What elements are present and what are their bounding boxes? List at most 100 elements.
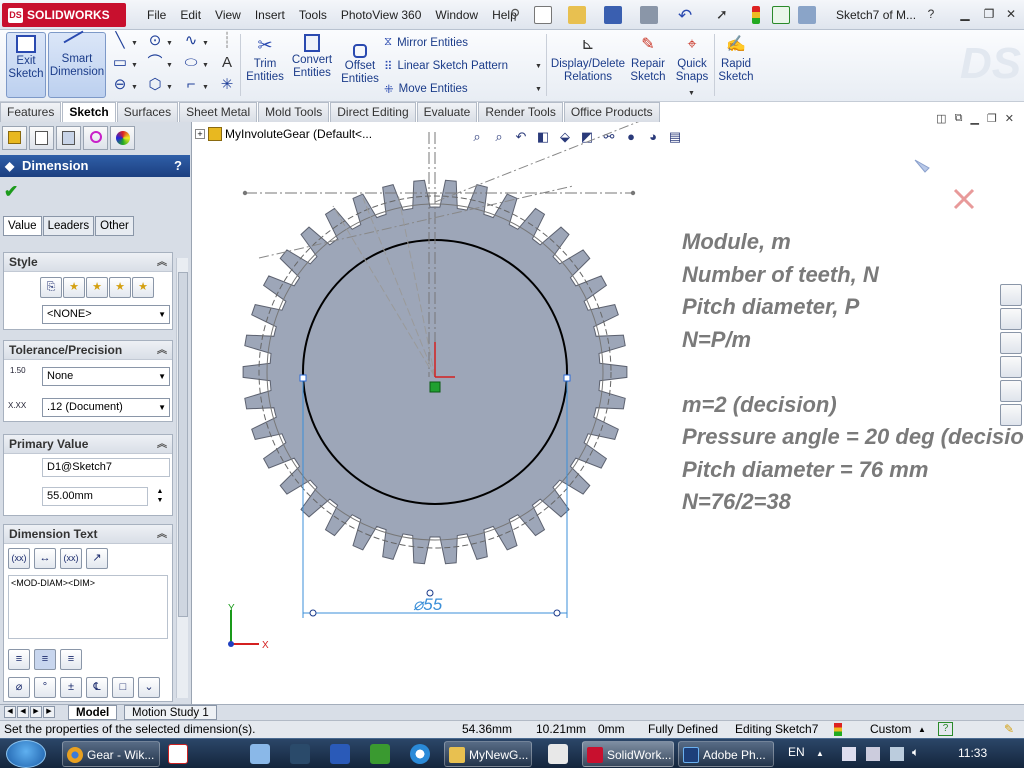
spline-icon[interactable]: ∿: [182, 32, 200, 50]
move-entities-button[interactable]: ⁜ Move Entities: [384, 82, 468, 96]
flag-icon[interactable]: [866, 747, 880, 761]
home-icon[interactable]: [1000, 284, 1022, 306]
origin-point[interactable]: [429, 381, 441, 393]
word-icon[interactable]: [330, 744, 350, 764]
dimension-value-field[interactable]: 55.00mm: [42, 487, 148, 506]
media-player-icon[interactable]: [548, 744, 568, 764]
help-icon[interactable]: ?: [922, 6, 940, 22]
apply-default-style-icon[interactable]: ⎘: [40, 277, 62, 298]
center-dimension-icon[interactable]: ↔: [34, 548, 56, 569]
align-left-icon[interactable]: ≡: [8, 649, 30, 670]
menu-insert[interactable]: Insert: [248, 8, 292, 22]
delete-style-star-icon[interactable]: ★: [86, 277, 108, 298]
precision-select[interactable]: .12 (Document) ▼: [42, 398, 170, 417]
point-icon[interactable]: ✳: [218, 76, 236, 94]
design-library-icon[interactable]: [1000, 308, 1022, 330]
action-center-icon[interactable]: [842, 747, 856, 761]
undo-icon[interactable]: ↶: [678, 6, 696, 25]
repair-sketch-button[interactable]: ✎ Repair Sketch: [628, 32, 668, 98]
diameter-symbol-icon[interactable]: ⌀: [8, 677, 30, 698]
subtab-value[interactable]: Value: [3, 216, 42, 236]
primary-value-header[interactable]: Primary Value ︽: [4, 435, 172, 454]
quick-tips-icon[interactable]: ✎: [1004, 721, 1014, 738]
display-delete-relations-button[interactable]: ⊾ Display/Delete Relations: [550, 32, 626, 98]
graphics-area[interactable]: + MyInvoluteGear (Default<... ⌕ ⌕ ↶ ◧ ⬙ …: [193, 112, 1024, 704]
language-indicator[interactable]: EN: [788, 745, 805, 759]
value-spinner[interactable]: ▲ ▼: [152, 487, 168, 506]
convert-entities-button[interactable]: Convert Entities: [288, 32, 336, 98]
display-manager-icon[interactable]: [110, 126, 135, 150]
circle-icon[interactable]: ⊙: [146, 32, 164, 50]
tab-direct-editing[interactable]: Direct Editing: [330, 102, 416, 122]
style-select[interactable]: <NONE> ▼: [42, 305, 170, 324]
more-symbols-icon[interactable]: ⌄: [138, 677, 160, 698]
dimension-handle[interactable]: [553, 609, 561, 617]
status-help-button[interactable]: ?: [938, 722, 953, 736]
tab-surfaces[interactable]: Surfaces: [116, 102, 179, 122]
first-tab-icon[interactable]: ◀: [4, 706, 16, 718]
tolerance-group-header[interactable]: Tolerance/Precision ︽: [4, 341, 172, 360]
help-button[interactable]: ?: [174, 155, 182, 177]
property-manager-icon[interactable]: [29, 126, 54, 150]
construction-endpoint[interactable]: [242, 190, 248, 196]
ok-check-button[interactable]: ✔: [4, 182, 18, 202]
minimize-button[interactable]: ▁: [956, 6, 974, 22]
configuration-manager-icon[interactable]: [56, 126, 81, 150]
rebuild-traffic-light-icon[interactable]: [752, 6, 760, 24]
taskbar-chrome-gear[interactable]: Gear - Wik...: [62, 741, 160, 767]
network-icon[interactable]: [890, 747, 904, 761]
tab-sketch[interactable]: Sketch: [62, 102, 116, 122]
property-manager-scrollbar[interactable]: [176, 258, 188, 698]
trim-entities-button[interactable]: ✂ Trim Entities: [244, 32, 286, 98]
close-button[interactable]: ✕: [1002, 6, 1020, 22]
tab-features[interactable]: Features: [0, 102, 62, 122]
exit-sketch-button[interactable]: Exit Sketch: [6, 32, 46, 98]
dimension-handle[interactable]: [309, 609, 317, 617]
linear-sketch-pattern-button[interactable]: ⠿ Linear Sketch Pattern: [384, 59, 508, 73]
file-explorer-icon[interactable]: [1000, 332, 1022, 354]
polygon-icon[interactable]: ⬡: [146, 76, 164, 94]
dimension-name-field[interactable]: D1@Sketch7: [42, 458, 170, 477]
dimension-text-field[interactable]: <MOD-DIAM><DIM>: [8, 575, 168, 639]
start-button[interactable]: [6, 740, 46, 768]
tab-motion-study-1[interactable]: Motion Study 1: [124, 705, 217, 720]
rapid-sketch-button[interactable]: ✍ Rapid Sketch: [716, 32, 756, 98]
menu-view[interactable]: View: [208, 8, 248, 22]
circle-endpoint-handle[interactable]: [299, 374, 307, 382]
slot-icon[interactable]: ⊖: [111, 76, 129, 94]
view-palette-icon[interactable]: [1000, 356, 1022, 378]
offset-text-icon[interactable]: ↗: [86, 548, 108, 569]
dimxpert-manager-icon[interactable]: [83, 126, 108, 150]
load-style-star-icon[interactable]: ★: [132, 277, 154, 298]
internet-explorer-icon[interactable]: [410, 744, 430, 764]
restore-button[interactable]: ❐: [980, 6, 998, 22]
pin-icon[interactable]: ⚲: [510, 6, 528, 24]
settings-icon[interactable]: [250, 744, 270, 764]
scrollbar-thumb[interactable]: [178, 272, 188, 617]
tab-office-products[interactable]: Office Products: [563, 102, 660, 122]
align-right-icon[interactable]: ≡: [60, 649, 82, 670]
rectangle-icon[interactable]: ▭: [111, 54, 129, 72]
new-document-icon[interactable]: [534, 6, 552, 24]
circle-endpoint-handle[interactable]: [563, 374, 571, 382]
prev-tab-icon[interactable]: ◀: [17, 706, 29, 718]
construction-endpoint[interactable]: [630, 190, 636, 196]
options-icon[interactable]: [798, 6, 816, 24]
subtab-other[interactable]: Other: [95, 216, 134, 236]
tab-mold-tools[interactable]: Mold Tools: [258, 102, 330, 122]
add-style-star-icon[interactable]: ★: [63, 277, 85, 298]
construction-line-icon[interactable]: ┊: [218, 32, 236, 50]
square-symbol-icon[interactable]: □: [112, 677, 134, 698]
fillet-icon[interactable]: ⌐: [182, 76, 200, 94]
arc-icon[interactable]: ⌒: [146, 54, 164, 72]
rebuild-indicator-icon[interactable]: [834, 723, 842, 736]
subtab-leaders[interactable]: Leaders: [42, 216, 95, 236]
mirror-entities-button[interactable]: ⧖ Mirror Entities: [384, 36, 468, 49]
gmail-icon[interactable]: [168, 744, 188, 764]
unit-dropdown-icon[interactable]: ▲: [918, 721, 926, 738]
file-properties-icon[interactable]: [772, 6, 790, 24]
quick-snaps-button[interactable]: ⌖ Quick Snaps: [672, 32, 712, 98]
tab-evaluate[interactable]: Evaluate: [416, 102, 478, 122]
last-tab-icon[interactable]: ▶: [43, 706, 55, 718]
volume-icon[interactable]: 🔈︎: [912, 745, 919, 760]
